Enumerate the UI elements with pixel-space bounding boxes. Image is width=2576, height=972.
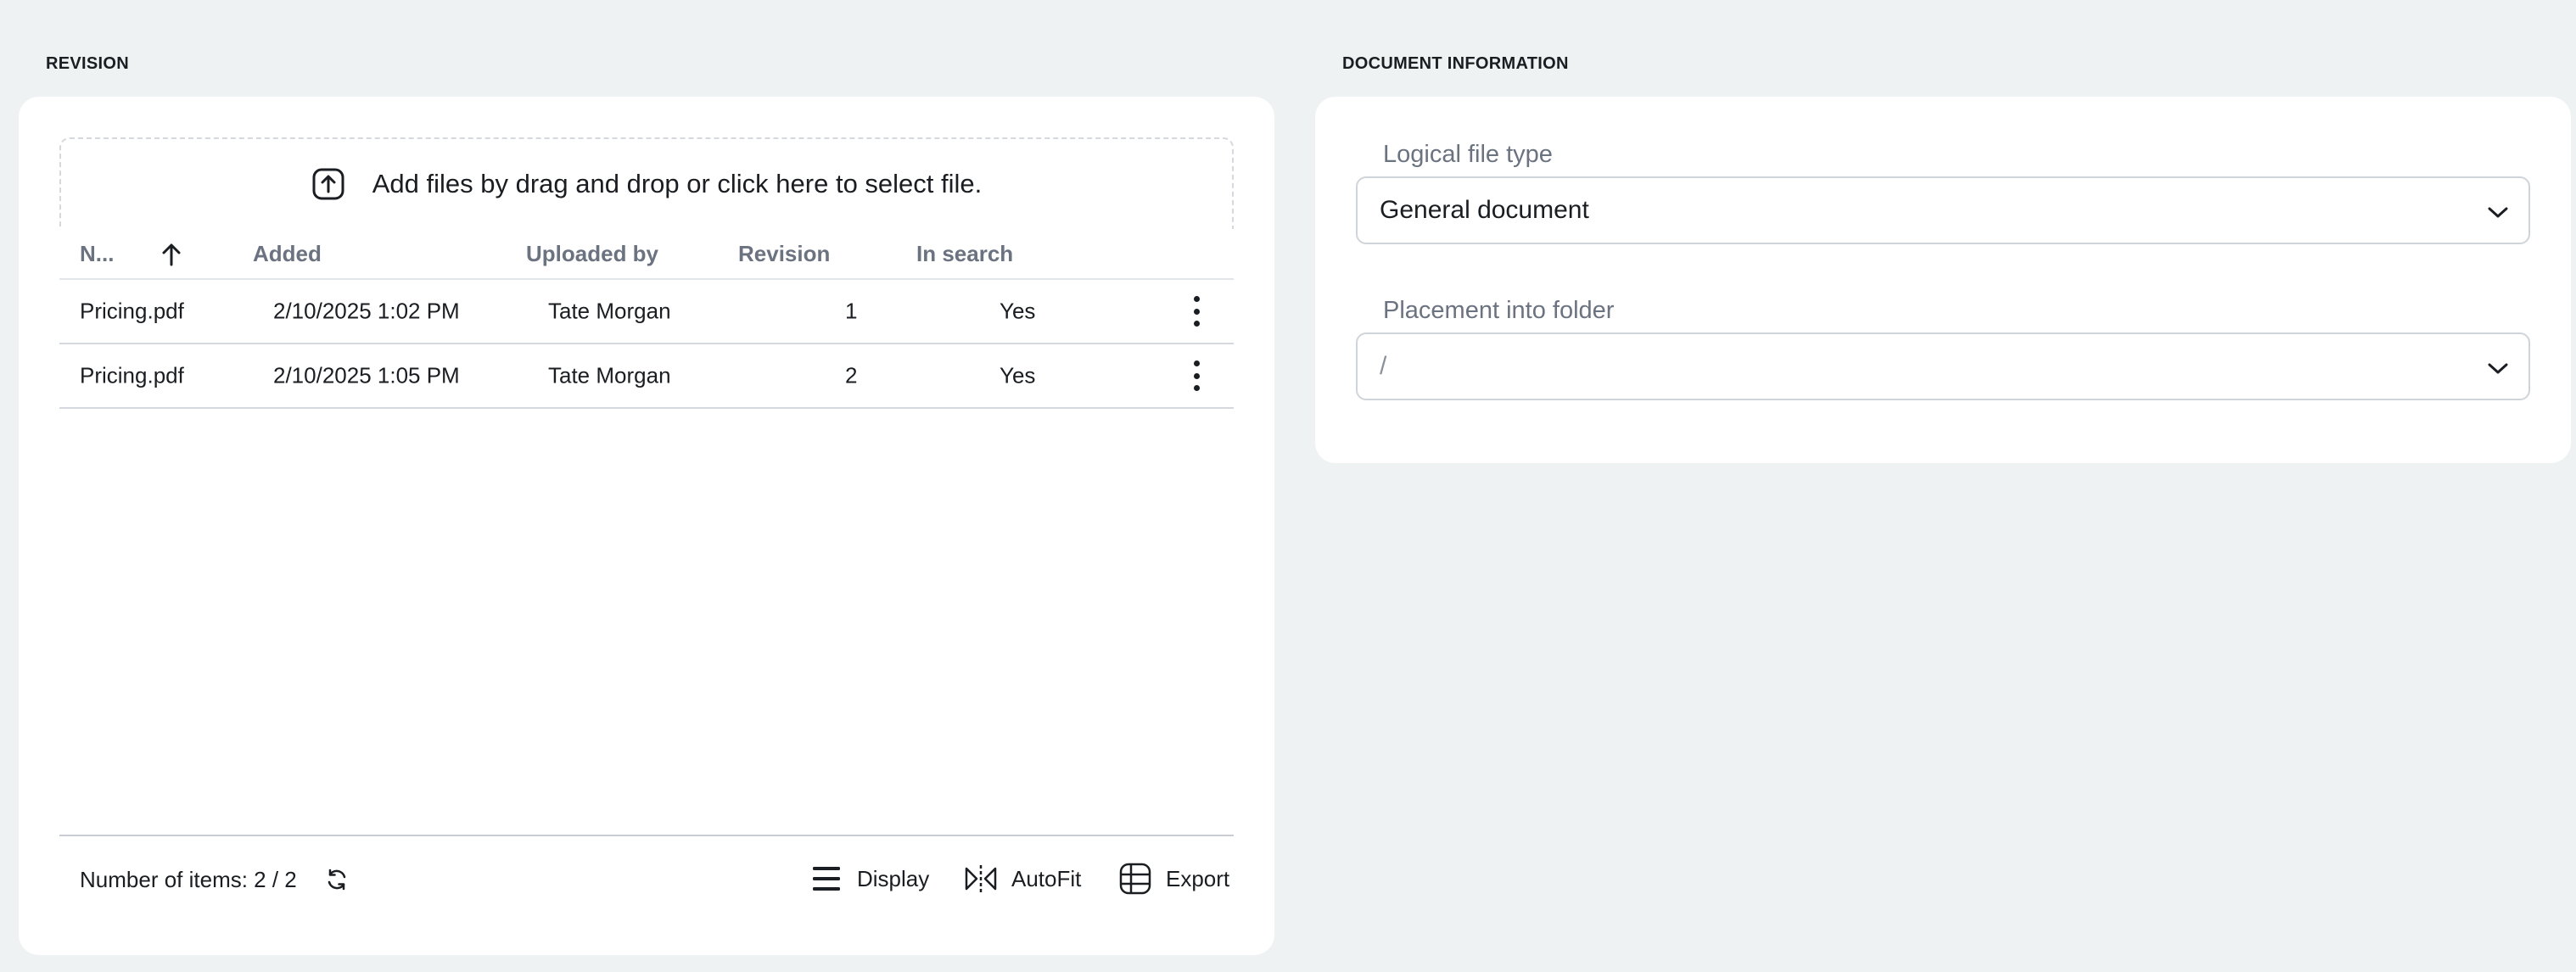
autofit-button[interactable]: AutoFit [964, 855, 1081, 902]
column-header-revision[interactable]: Revision [738, 241, 830, 267]
revision-section-title: REVISION [46, 54, 129, 73]
refresh-icon[interactable] [324, 867, 350, 892]
autofit-icon [964, 862, 998, 896]
column-header-uploaded-by[interactable]: Uploaded by [526, 241, 658, 267]
cell-name: Pricing.pdf [80, 362, 184, 388]
document-information-card: Logical file type General document Place… [1315, 97, 2571, 463]
file-dropzone[interactable]: Add files by drag and drop or click here… [59, 137, 1234, 229]
upload-icon [311, 167, 345, 201]
placement-folder-value: / [1380, 352, 1387, 380]
cell-uploaded-by: Tate Morgan [548, 362, 671, 388]
table-grid-icon [1118, 862, 1152, 896]
display-label: Display [857, 865, 930, 891]
cell-revision: 1 [845, 298, 858, 324]
column-header-added[interactable]: Added [253, 241, 322, 267]
export-button[interactable]: Export [1118, 855, 1229, 902]
autofit-label: AutoFit [1011, 865, 1082, 891]
table-footer: Number of items: 2 / 2 Display AutoFit E… [59, 835, 1234, 919]
table-row[interactable]: Pricing.pdf 2/10/2025 1:02 PM Tate Morga… [59, 280, 1234, 344]
dropzone-text: Add files by drag and drop or click here… [372, 169, 983, 198]
chevron-down-icon [2484, 355, 2512, 382]
chevron-down-icon [2484, 198, 2512, 226]
logical-file-type-select[interactable]: General document [1356, 176, 2530, 244]
placement-folder-label: Placement into folder [1383, 297, 1615, 324]
document-information-section-title: DOCUMENT INFORMATION [1342, 54, 1569, 73]
logical-file-type-value: General document [1380, 196, 1589, 224]
placement-folder-select[interactable]: / [1356, 332, 2530, 400]
table-header: N... Added Uploaded by Revision In searc… [59, 229, 1234, 280]
more-vertical-icon[interactable] [1190, 360, 1203, 391]
cell-in-search: Yes [1000, 298, 1036, 324]
cell-in-search: Yes [1000, 362, 1036, 388]
column-header-in-search[interactable]: In search [916, 241, 1013, 267]
more-vertical-icon[interactable] [1190, 296, 1203, 327]
cell-uploaded-by: Tate Morgan [548, 298, 671, 324]
revision-table: N... Added Uploaded by Revision In searc… [59, 229, 1234, 409]
revision-card: Add files by drag and drop or click here… [19, 97, 1274, 955]
export-label: Export [1166, 865, 1230, 891]
cell-added: 2/10/2025 1:02 PM [273, 298, 460, 324]
cell-name: Pricing.pdf [80, 298, 184, 324]
cell-added: 2/10/2025 1:05 PM [273, 362, 460, 388]
column-header-name[interactable]: N... [80, 241, 114, 267]
hamburger-icon [809, 862, 843, 896]
item-count: Number of items: 2 / 2 [80, 867, 297, 892]
table-row[interactable]: Pricing.pdf 2/10/2025 1:05 PM Tate Morga… [59, 344, 1234, 409]
display-button[interactable]: Display [809, 855, 929, 902]
arrow-up-icon[interactable] [158, 241, 185, 268]
logical-file-type-label: Logical file type [1383, 141, 1553, 168]
cell-revision: 2 [845, 362, 858, 388]
